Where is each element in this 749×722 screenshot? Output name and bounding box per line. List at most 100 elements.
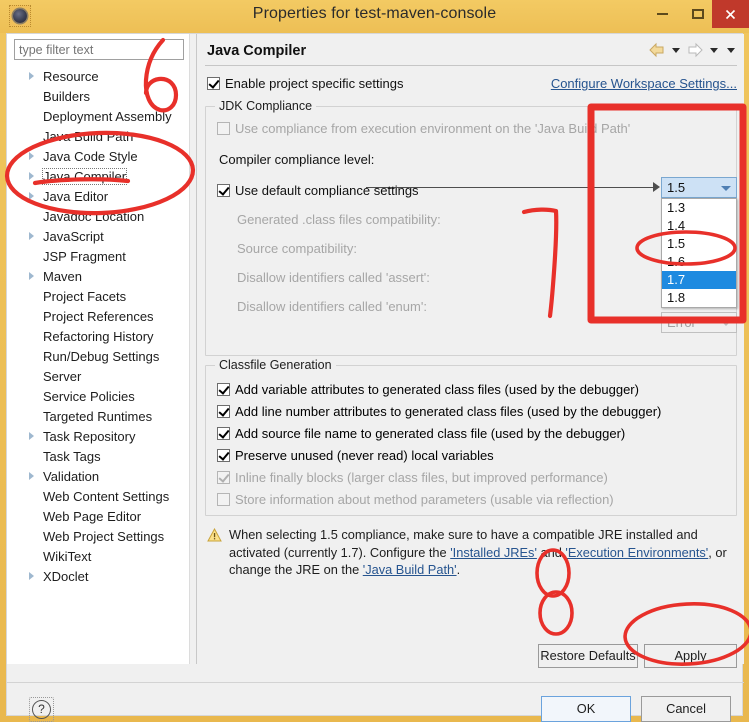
minimize-button[interactable] — [648, 0, 676, 28]
chevron-down-icon[interactable] — [721, 186, 731, 191]
title-divider — [205, 65, 737, 66]
filter-input[interactable] — [14, 39, 184, 60]
restore-defaults-button[interactable]: Restore Defaults — [538, 644, 638, 668]
sidebar-item-web-project-settings[interactable]: Web Project Settings — [7, 527, 190, 547]
close-button[interactable] — [712, 0, 749, 28]
classfile-option-row[interactable]: Add line number attributes to generated … — [217, 401, 661, 423]
warning-text-2: and — [536, 544, 566, 560]
expand-arrow-icon[interactable] — [29, 272, 34, 280]
forward-menu-chevron-down-icon[interactable] — [710, 47, 718, 53]
execution-environments-link[interactable]: 'Execution Environments' — [565, 545, 708, 560]
dialog-window: Properties for test-maven-console Resour… — [0, 0, 749, 722]
sidebar-item-java-code-style[interactable]: Java Code Style — [7, 147, 190, 167]
maximize-button[interactable] — [684, 0, 712, 28]
sidebar-item-wikitext[interactable]: WikiText — [7, 547, 190, 567]
classfile-option-row[interactable]: Store information about method parameter… — [217, 489, 661, 511]
classfile-option-checkbox[interactable] — [217, 471, 230, 484]
sidebar-item-label: Maven — [43, 269, 83, 284]
configure-workspace-settings-link[interactable]: Configure Workspace Settings... — [551, 76, 737, 91]
sidebar-item-label: Refactoring History — [43, 329, 154, 344]
sidebar-item-label: Validation — [43, 469, 100, 484]
sidebar-item-refactoring-history[interactable]: Refactoring History — [7, 327, 190, 347]
classfile-option-row[interactable]: Inline finally blocks (larger class file… — [217, 467, 661, 489]
classfile-option-row[interactable]: Add variable attributes to generated cla… — [217, 379, 661, 401]
tree-scrollbar[interactable] — [189, 34, 196, 664]
title-bar: Properties for test-maven-console — [0, 0, 749, 33]
sidebar-item-task-repository[interactable]: Task Repository — [7, 427, 190, 447]
sidebar-item-javadoc-location[interactable]: Javadoc Location — [7, 207, 190, 227]
installed-jres-link[interactable]: 'Installed JREs' — [450, 545, 537, 560]
use-default-compliance-settings-row[interactable]: Use default compliance settings — [217, 183, 419, 198]
compliance-option-1-7[interactable]: 1.7 — [662, 271, 736, 289]
classfile-option-checkbox[interactable] — [217, 427, 230, 440]
java-build-path-link[interactable]: 'Java Build Path' — [363, 562, 457, 577]
window-title: Properties for test-maven-console — [252, 5, 497, 22]
help-icon: ? — [32, 700, 51, 719]
use-default-compliance-settings-checkbox[interactable] — [217, 184, 230, 197]
compliance-option-1-4[interactable]: 1.4 — [662, 217, 736, 235]
ok-button[interactable]: OK — [541, 696, 631, 722]
sidebar-item-java-editor[interactable]: Java Editor — [7, 187, 190, 207]
sidebar-item-run-debug-settings[interactable]: Run/Debug Settings — [7, 347, 190, 367]
back-arrow-icon[interactable] — [648, 42, 666, 58]
classfile-option-checkbox[interactable] — [217, 449, 230, 462]
chevron-down-icon[interactable] — [721, 321, 731, 326]
cancel-button[interactable]: Cancel — [641, 696, 731, 722]
sidebar-item-builders[interactable]: Builders — [7, 87, 190, 107]
compliance-option-1-3[interactable]: 1.3 — [662, 199, 736, 217]
sidebar-item-web-page-editor[interactable]: Web Page Editor — [7, 507, 190, 527]
view-menu-chevron-down-icon[interactable] — [727, 47, 735, 53]
compiler-compliance-level-dropdown-list[interactable]: 1.3 1.4 1.5 1.6 1.7 1.8 — [661, 198, 737, 308]
help-button[interactable]: ? — [29, 697, 54, 722]
back-menu-chevron-down-icon[interactable] — [672, 47, 680, 53]
expand-arrow-icon[interactable] — [29, 172, 34, 180]
settings-tree[interactable]: Resource Builders Deployment Assembly Java … — [7, 67, 190, 587]
classfile-option-row[interactable]: Preserve unused (never read) local varia… — [217, 445, 661, 467]
compliance-option-1-8[interactable]: 1.8 — [662, 289, 736, 307]
sidebar-item-validation[interactable]: Validation — [7, 467, 190, 487]
classfile-option-checkbox[interactable] — [217, 493, 230, 506]
expand-arrow-icon[interactable] — [29, 232, 34, 240]
classfile-option-checkbox[interactable] — [217, 405, 230, 418]
sidebar-item-targeted-runtimes[interactable]: Targeted Runtimes — [7, 407, 190, 427]
compiler-compliance-level-value: 1.5 — [667, 180, 686, 195]
expand-arrow-icon[interactable] — [29, 472, 34, 480]
expand-arrow-icon[interactable] — [29, 572, 34, 580]
sidebar-item-label: Web Content Settings — [43, 489, 170, 504]
classfile-option-label: Preserve unused (never read) local varia… — [235, 448, 494, 463]
sidebar-item-service-policies[interactable]: Service Policies — [7, 387, 190, 407]
disallow-enum-label: Disallow identifiers called 'enum': — [237, 299, 427, 314]
use-execution-environment-row[interactable]: Use compliance from execution environmen… — [217, 121, 630, 136]
expand-arrow-icon[interactable] — [29, 192, 34, 200]
sidebar-item-task-tags[interactable]: Task Tags — [7, 447, 190, 467]
sidebar-item-project-facets[interactable]: Project Facets — [7, 287, 190, 307]
sidebar-item-resource[interactable]: Resource — [7, 67, 190, 87]
sidebar-item-project-references[interactable]: Project References — [7, 307, 190, 327]
expand-arrow-icon[interactable] — [29, 152, 34, 160]
sidebar-item-java-compiler[interactable]: Java Compiler — [7, 167, 190, 187]
sidebar-item-xdoclet[interactable]: XDoclet — [7, 567, 190, 587]
classfile-option-row[interactable]: Add source file name to generated class … — [217, 423, 661, 445]
sidebar-item-web-content-settings[interactable]: Web Content Settings — [7, 487, 190, 507]
sidebar-item-jsp-fragment[interactable]: JSP Fragment — [7, 247, 190, 267]
compliance-warning-text: When selecting 1.5 compliance, make sure… — [229, 526, 735, 579]
sidebar-item-java-build-path[interactable]: Java Build Path — [7, 127, 190, 147]
expand-arrow-icon[interactable] — [29, 432, 34, 440]
forward-arrow-icon[interactable] — [686, 42, 704, 58]
compliance-option-1-6[interactable]: 1.6 — [662, 253, 736, 271]
expand-arrow-icon[interactable] — [29, 72, 34, 80]
severity-combo[interactable]: Error — [661, 312, 737, 333]
compiler-compliance-level-combo[interactable]: 1.5 — [661, 177, 737, 198]
classfile-option-checkbox[interactable] — [217, 383, 230, 396]
apply-button[interactable]: Apply — [644, 644, 737, 668]
enable-project-specific-settings-row[interactable]: Enable project specific settings — [207, 76, 403, 91]
sidebar-item-label: XDoclet — [43, 569, 89, 584]
sidebar-item-javascript[interactable]: JavaScript — [7, 227, 190, 247]
sidebar-item-maven[interactable]: Maven — [7, 267, 190, 287]
enable-project-specific-checkbox[interactable] — [207, 77, 220, 90]
settings-tree-pane: Resource Builders Deployment Assembly Java … — [7, 34, 197, 664]
compliance-option-1-5[interactable]: 1.5 — [662, 235, 736, 253]
use-execution-environment-checkbox[interactable] — [217, 122, 230, 135]
sidebar-item-deployment-assembly[interactable]: Deployment Assembly — [7, 107, 190, 127]
sidebar-item-server[interactable]: Server — [7, 367, 190, 387]
